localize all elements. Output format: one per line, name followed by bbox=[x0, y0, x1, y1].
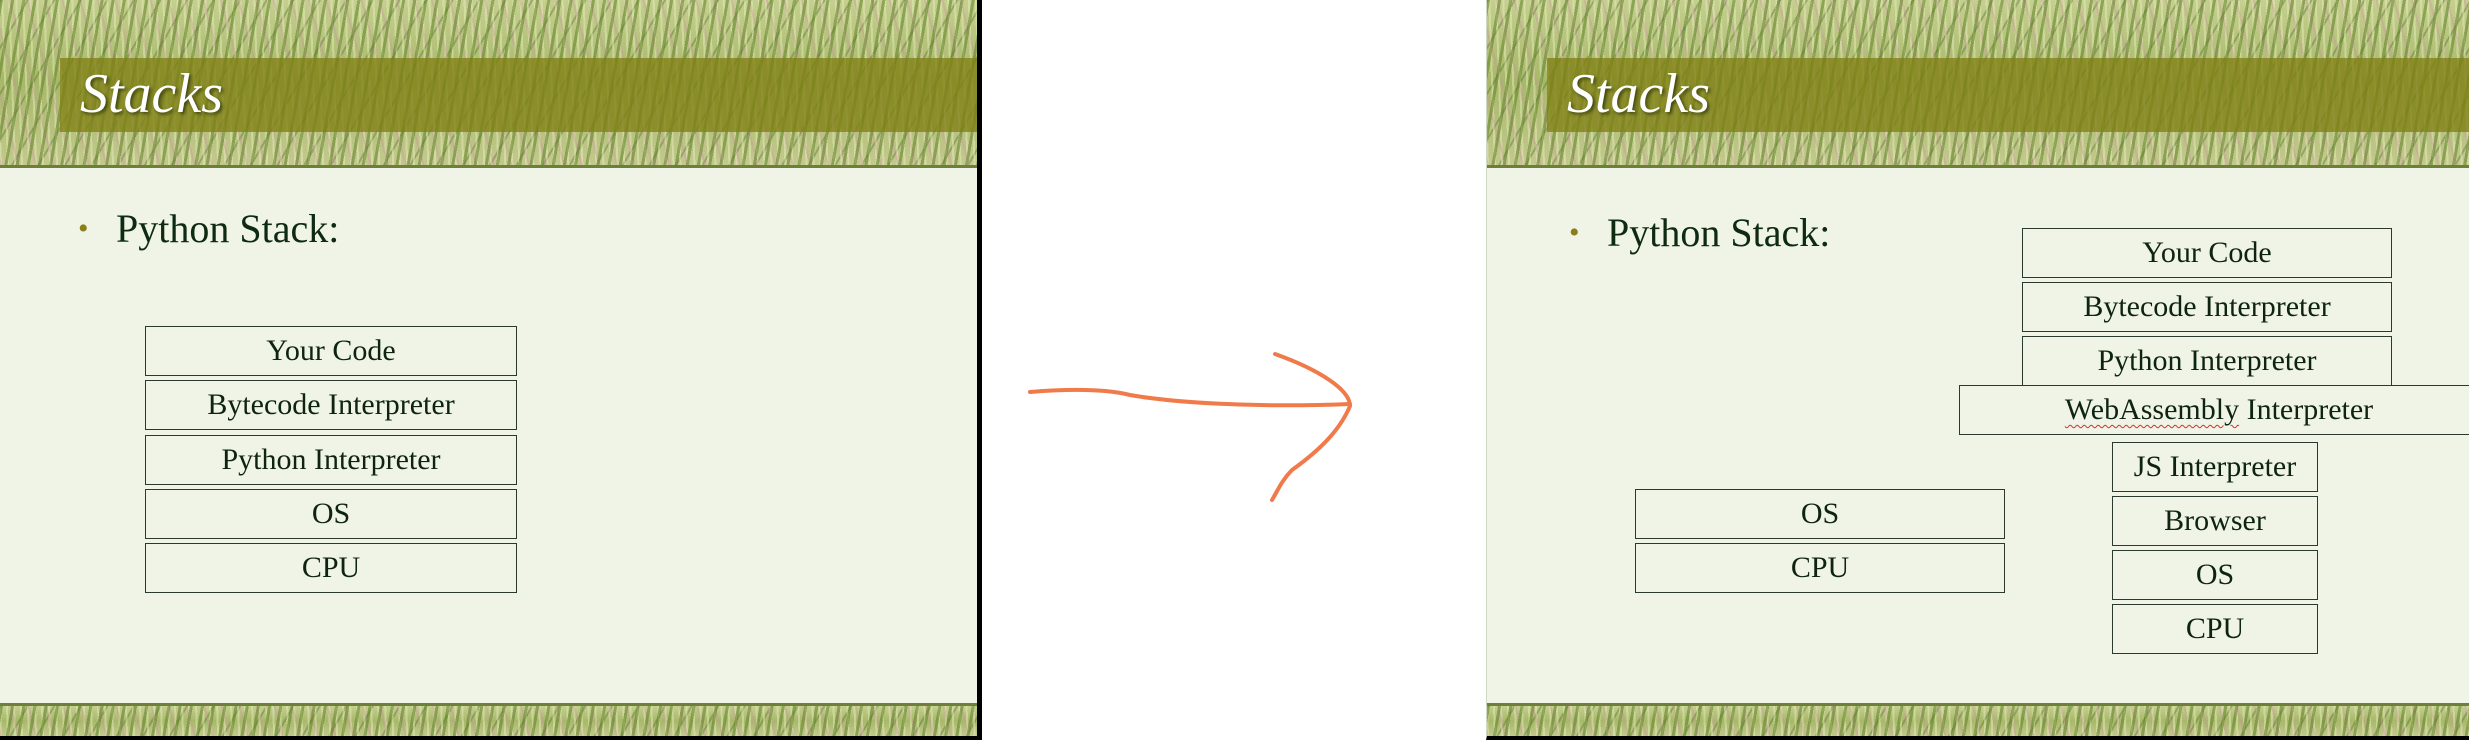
bullet-text: Python Stack: bbox=[116, 206, 340, 251]
bullet-dot-icon: • bbox=[78, 212, 89, 245]
wasm-stack-box-your-code[interactable]: Your Code bbox=[2022, 228, 2392, 278]
grass-footer-image bbox=[1487, 703, 2469, 736]
stack-box-bytecode-interpreter[interactable]: Bytecode Interpreter bbox=[145, 380, 517, 430]
bullet-text: Python Stack: bbox=[1607, 210, 1831, 255]
wasm-stack-box-bytecode-interpreter[interactable]: Bytecode Interpreter bbox=[2022, 282, 2392, 332]
stack-box-cpu[interactable]: CPU bbox=[145, 543, 517, 593]
stack-box-os[interactable]: OS bbox=[145, 489, 517, 539]
wasm-stack-box-os[interactable]: OS bbox=[2112, 550, 2318, 600]
slide-title: Stacks bbox=[80, 63, 224, 125]
stack-box-your-code[interactable]: Your Code bbox=[145, 326, 517, 376]
wasm-stack-box-js-interpreter[interactable]: JS Interpreter bbox=[2112, 442, 2318, 492]
native-stack-box-os[interactable]: OS bbox=[1635, 489, 2005, 539]
grass-footer-image bbox=[0, 703, 977, 736]
box-label-rest: Interpreter bbox=[2239, 393, 2374, 426]
wasm-stack-box-cpu[interactable]: CPU bbox=[2112, 604, 2318, 654]
hand-drawn-arrow-icon bbox=[1028, 352, 1353, 502]
native-stack-box-cpu[interactable]: CPU bbox=[1635, 543, 2005, 593]
wasm-stack-box-webassembly-interpreter[interactable]: WebAssembly Interpreter bbox=[1959, 385, 2469, 435]
wasm-stack-box-python-interpreter[interactable]: Python Interpreter bbox=[2022, 336, 2392, 386]
spellcheck-word: WebAssembly bbox=[2064, 393, 2240, 426]
title-band: Stacks bbox=[1547, 58, 2469, 132]
slide-title: Stacks bbox=[1567, 63, 1711, 125]
slide-left: Stacks • Python Stack: Your Code Bytecod… bbox=[0, 0, 982, 740]
wasm-stack-box-browser[interactable]: Browser bbox=[2112, 496, 2318, 546]
bullet-dot-icon: • bbox=[1569, 216, 1580, 249]
slide-right: Stacks • Python Stack: OS CPU Your Code … bbox=[1486, 0, 2469, 740]
stack-box-python-interpreter[interactable]: Python Interpreter bbox=[145, 435, 517, 485]
title-band: Stacks bbox=[60, 58, 977, 132]
